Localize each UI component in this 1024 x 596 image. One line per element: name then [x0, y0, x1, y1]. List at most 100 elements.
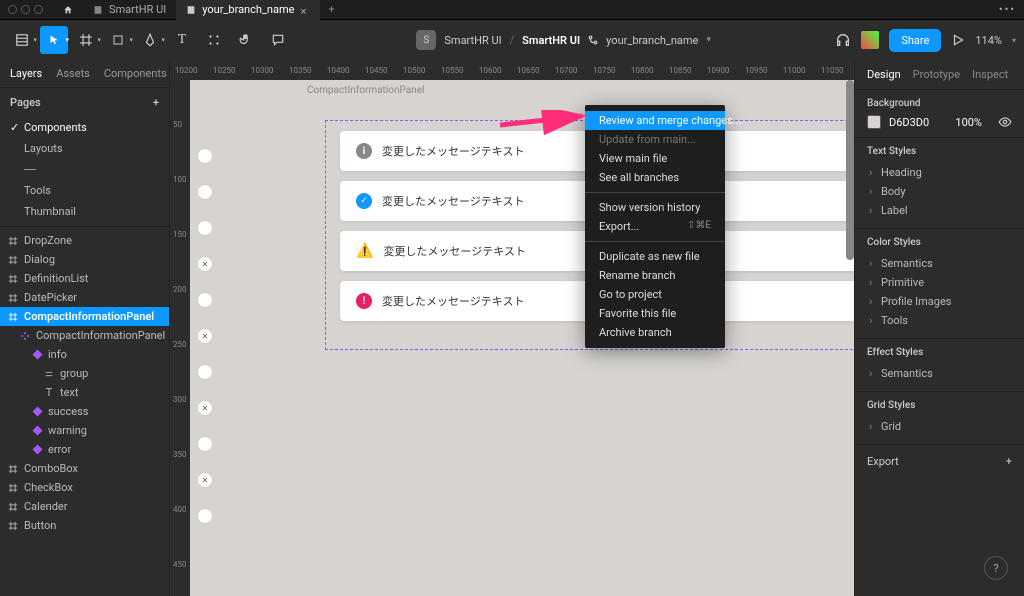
text-tool-button[interactable]: T	[168, 26, 196, 54]
layer-item[interactable]: CompactInformationPanel	[0, 326, 169, 345]
export-section[interactable]: Export +	[855, 445, 1024, 478]
style-item[interactable]: Semantics	[867, 254, 1012, 273]
menu-item[interactable]: Review and merge changes...	[585, 111, 725, 130]
handle-circle[interactable]: ✕	[197, 400, 213, 416]
style-item[interactable]: Profile Images	[867, 292, 1012, 311]
breadcrumb-branch[interactable]: your_branch_name	[606, 34, 698, 47]
page-item[interactable]: Thumbnail	[0, 201, 169, 222]
chevron-down-icon[interactable]: ▾	[706, 35, 711, 45]
tab-prototype[interactable]: Prototype	[913, 68, 960, 81]
bg-color-swatch[interactable]	[867, 115, 881, 129]
main-menu-button[interactable]: ▾	[8, 26, 36, 54]
layer-type-icon: T	[44, 386, 54, 399]
style-item[interactable]: Label	[867, 201, 1012, 220]
layer-item[interactable]: Dialog	[0, 250, 169, 269]
layer-item[interactable]: DefinitionList	[0, 269, 169, 288]
breadcrumb-team[interactable]: SmartHR UI	[444, 34, 501, 47]
canvas[interactable]: 1020010250103001035010400104501050010550…	[170, 60, 854, 596]
headphones-icon[interactable]	[835, 32, 851, 48]
page-item[interactable]: Tools	[0, 180, 169, 201]
page-item[interactable]: ----	[0, 159, 169, 180]
team-avatar[interactable]: S	[416, 30, 436, 50]
tab-assets[interactable]: Assets	[56, 67, 90, 80]
close-window[interactable]	[8, 5, 17, 14]
maximize-window[interactable]	[34, 5, 43, 14]
menu-item[interactable]: Archive branch	[585, 323, 725, 342]
menu-item[interactable]: Rename branch	[585, 266, 725, 285]
menu-item[interactable]: Export...⇧⌘E	[585, 217, 725, 236]
handle-circle[interactable]	[197, 184, 213, 200]
handle-circle[interactable]	[197, 508, 213, 524]
menu-item[interactable]: Favorite this file	[585, 304, 725, 323]
layer-item[interactable]: CheckBox	[0, 478, 169, 497]
help-button[interactable]: ?	[984, 556, 1008, 580]
menu-item[interactable]: Duplicate as new file	[585, 247, 725, 266]
layer-item[interactable]: warning	[0, 421, 169, 440]
menu-item[interactable]: Update from main...	[585, 130, 725, 149]
canvas-scrollbar[interactable]	[846, 80, 854, 260]
style-item[interactable]: Body	[867, 182, 1012, 201]
layer-item[interactable]: CompactInformationPanel	[0, 307, 169, 326]
eye-icon[interactable]	[998, 115, 1012, 129]
handle-circle[interactable]	[197, 148, 213, 164]
minimize-window[interactable]	[21, 5, 30, 14]
menu-item[interactable]: See all branches	[585, 168, 725, 187]
handle-circle[interactable]: ✕	[197, 472, 213, 488]
frame-tool-button[interactable]: ▾	[72, 26, 100, 54]
add-export-button[interactable]: +	[1006, 455, 1012, 468]
tab-inspect[interactable]: Inspect	[972, 68, 1008, 81]
present-icon[interactable]	[951, 33, 965, 47]
layer-item[interactable]: error	[0, 440, 169, 459]
menu-item[interactable]: Show version history	[585, 198, 725, 217]
move-tool-button[interactable]: ▾	[40, 26, 68, 54]
layer-item[interactable]: info	[0, 345, 169, 364]
page-item[interactable]: Layouts	[0, 138, 169, 159]
style-item[interactable]: Semantics	[867, 364, 1012, 383]
handle-circle[interactable]	[197, 220, 213, 236]
handle-circle[interactable]	[197, 292, 213, 308]
zoom-level[interactable]: 114%	[975, 34, 1002, 47]
layer-item[interactable]: group	[0, 364, 169, 383]
bg-color-value[interactable]: D6D3D0	[889, 116, 929, 129]
style-item[interactable]: Tools	[867, 311, 1012, 330]
add-page-button[interactable]: +	[153, 96, 159, 109]
comment-tool-button[interactable]	[264, 26, 292, 54]
handle-circle[interactable]	[197, 436, 213, 452]
bg-opacity-value[interactable]: 100%	[955, 116, 982, 129]
handle-circle[interactable]: ✕	[197, 256, 213, 272]
layer-item[interactable]: success	[0, 402, 169, 421]
home-tab[interactable]	[53, 0, 83, 20]
chevron-down-icon[interactable]: ▾	[1012, 36, 1016, 45]
menu-item[interactable]: View main file	[585, 149, 725, 168]
resources-button[interactable]	[200, 26, 228, 54]
handle-circle[interactable]: ✕	[197, 328, 213, 344]
shape-tool-button[interactable]: ▾	[104, 26, 132, 54]
layer-item[interactable]: DatePicker	[0, 288, 169, 307]
tab-design[interactable]: Design	[867, 68, 901, 81]
file-tab-1[interactable]: SmartHR UI	[83, 0, 176, 20]
frame[interactable]: ✕ ✕ ✕ ✕ i 変更したメッセージテキスト ✓ 変	[205, 100, 854, 590]
layer-item[interactable]: Ttext	[0, 383, 169, 402]
layer-item[interactable]: Button	[0, 516, 169, 535]
frame-label[interactable]: CompactInformationPanel	[307, 85, 424, 96]
add-tab-button[interactable]: +	[328, 3, 334, 16]
tab-layers[interactable]: Layers	[10, 67, 42, 80]
pen-tool-button[interactable]: ▾	[136, 26, 164, 54]
style-item[interactable]: Grid	[867, 417, 1012, 436]
hand-tool-button[interactable]	[232, 26, 260, 54]
user-avatar[interactable]	[861, 31, 879, 49]
layer-item[interactable]: DropZone	[0, 231, 169, 250]
page-item[interactable]: ✓Components	[0, 117, 169, 138]
style-item[interactable]: Heading	[867, 163, 1012, 182]
breadcrumb-file[interactable]: SmartHR UI	[522, 34, 580, 47]
app-menu-icon[interactable]: •••	[999, 3, 1016, 16]
tab-components[interactable]: Components	[104, 67, 167, 80]
layer-item[interactable]: Calender	[0, 497, 169, 516]
share-button[interactable]: Share	[889, 29, 941, 52]
menu-item[interactable]: Go to project	[585, 285, 725, 304]
handle-circle[interactable]	[197, 364, 213, 380]
close-tab-icon[interactable]: ×	[300, 5, 310, 15]
layer-item[interactable]: ComboBox	[0, 459, 169, 478]
style-item[interactable]: Primitive	[867, 273, 1012, 292]
file-tab-2[interactable]: your_branch_name ×	[176, 0, 320, 20]
